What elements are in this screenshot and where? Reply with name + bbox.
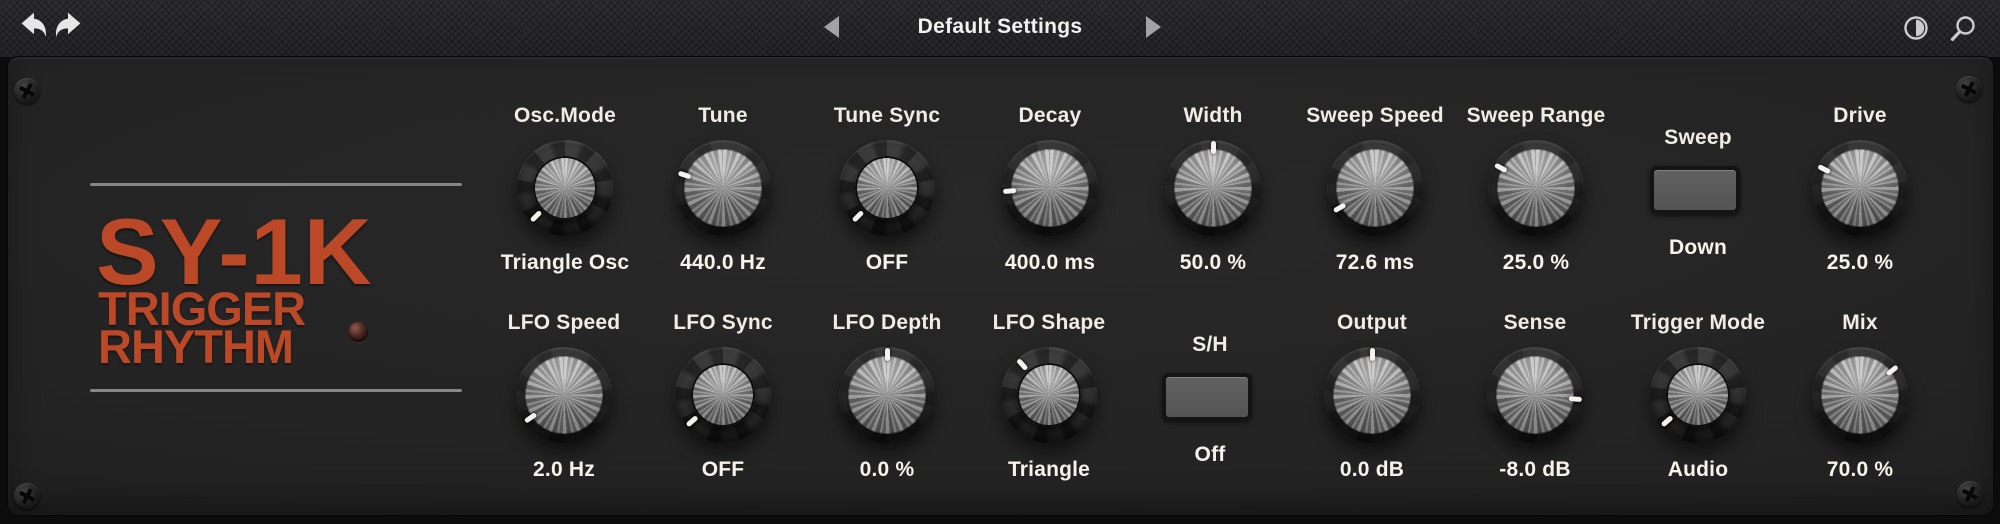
- control-s-h: S/H Off: [1130, 311, 1290, 483]
- knob-pointer-icon: [1569, 395, 1582, 401]
- knob[interactable]: [1812, 140, 1908, 236]
- knob-pointer-icon: [1494, 163, 1508, 174]
- control-trigger-mode: Trigger Mode Audio: [1618, 311, 1778, 483]
- knob[interactable]: [839, 140, 935, 236]
- knob[interactable]: [1327, 140, 1423, 236]
- knob[interactable]: [675, 347, 771, 443]
- undo-button[interactable]: [16, 10, 50, 44]
- control-label: Drive: [1760, 104, 1960, 128]
- control-lfo-speed: LFO Speed 2.0 Hz: [484, 311, 644, 483]
- device-panel: SY-1K TRIGGER RHYTHM Osc.Mode Triangle O…: [8, 57, 1993, 515]
- knob-pointer-icon: [686, 415, 699, 427]
- preset-name[interactable]: Default Settings: [850, 13, 1150, 41]
- control-tune: Tune 440.0 Hz: [643, 104, 803, 276]
- zoom-button[interactable]: [1948, 14, 1978, 44]
- knob-pointer-icon: [524, 412, 538, 424]
- control-osc-mode: Osc.Mode Triangle Osc: [485, 104, 645, 276]
- control-lfo-shape: LFO Shape Triangle: [969, 311, 1129, 483]
- knob-pointer-icon: [1333, 203, 1347, 214]
- knob-pointer-icon: [885, 348, 890, 361]
- knob-pointer-icon: [1370, 348, 1375, 361]
- brand-divider-top: [90, 183, 462, 186]
- knob-pointer-icon: [678, 171, 692, 180]
- knob-pointer-icon: [1211, 141, 1216, 154]
- control-sweep-speed: Sweep Speed 72.6 ms: [1295, 104, 1455, 276]
- preset-prev-button[interactable]: [824, 13, 846, 39]
- redo-icon: [52, 10, 86, 44]
- redo-button[interactable]: [52, 10, 86, 44]
- knob-pointer-icon: [1661, 415, 1674, 427]
- control-sense: Sense -8.0 dB: [1455, 311, 1615, 483]
- control-lfo-sync: LFO Sync OFF: [643, 311, 803, 483]
- control-label: S/H: [1110, 333, 1310, 357]
- knob[interactable]: [517, 140, 613, 236]
- knob[interactable]: [1488, 140, 1584, 236]
- contrast-button[interactable]: [1902, 14, 1930, 42]
- brand-divider-bottom: [90, 389, 462, 392]
- knob[interactable]: [1812, 347, 1908, 443]
- brand-subtitle-line2: RHYTHM: [98, 323, 293, 370]
- knob[interactable]: [1324, 347, 1420, 443]
- knob[interactable]: [675, 140, 771, 236]
- knob[interactable]: [516, 347, 612, 443]
- preset-next-button[interactable]: [1146, 13, 1168, 39]
- control-tune-sync: Tune Sync OFF: [807, 104, 967, 276]
- contrast-icon: [1902, 14, 1930, 42]
- knob-pointer-icon: [1016, 358, 1028, 371]
- control-output: Output 0.0 dB: [1292, 311, 1452, 483]
- knob[interactable]: [1650, 347, 1746, 443]
- control-decay: Decay 400.0 ms: [970, 104, 1130, 276]
- screw-icon: [14, 78, 40, 104]
- toggle-button[interactable]: [1650, 166, 1740, 214]
- knob-pointer-icon: [852, 210, 865, 223]
- screw-icon: [1956, 76, 1982, 102]
- control-label: Mix: [1760, 311, 1960, 335]
- status-led: [348, 322, 368, 342]
- control-sweep-range: Sweep Range 25.0 %: [1456, 104, 1616, 276]
- title-bar: Default Settings: [0, 0, 2000, 57]
- knob[interactable]: [1487, 347, 1583, 443]
- control-mix: Mix 70.0 %: [1780, 311, 1940, 483]
- control-sweep: Sweep Down: [1618, 104, 1778, 276]
- knob-pointer-icon: [530, 210, 543, 223]
- knob[interactable]: [1001, 347, 1097, 443]
- screw-icon: [1957, 481, 1983, 507]
- knob[interactable]: [1002, 140, 1098, 236]
- control-width: Width 50.0 %: [1133, 104, 1293, 276]
- control-drive: Drive 25.0 %: [1780, 104, 1940, 276]
- screw-icon: [14, 483, 40, 509]
- knob-pointer-icon: [1885, 364, 1898, 376]
- undo-icon: [16, 10, 50, 44]
- control-value: 25.0 %: [1760, 251, 1960, 275]
- knob-pointer-icon: [1817, 164, 1831, 174]
- magnifier-icon: [1948, 14, 1978, 44]
- control-label: Sweep Range: [1436, 104, 1636, 128]
- knob-pointer-icon: [1003, 188, 1016, 194]
- control-value: 70.0 %: [1760, 458, 1960, 482]
- control-label: Sweep: [1598, 126, 1798, 150]
- control-lfo-depth: LFO Depth 0.0 %: [807, 311, 967, 483]
- toggle-button[interactable]: [1162, 373, 1252, 421]
- triangle-right-icon: [1146, 16, 1161, 38]
- triangle-left-icon: [824, 16, 839, 38]
- knob[interactable]: [1165, 140, 1261, 236]
- knob[interactable]: [839, 347, 935, 443]
